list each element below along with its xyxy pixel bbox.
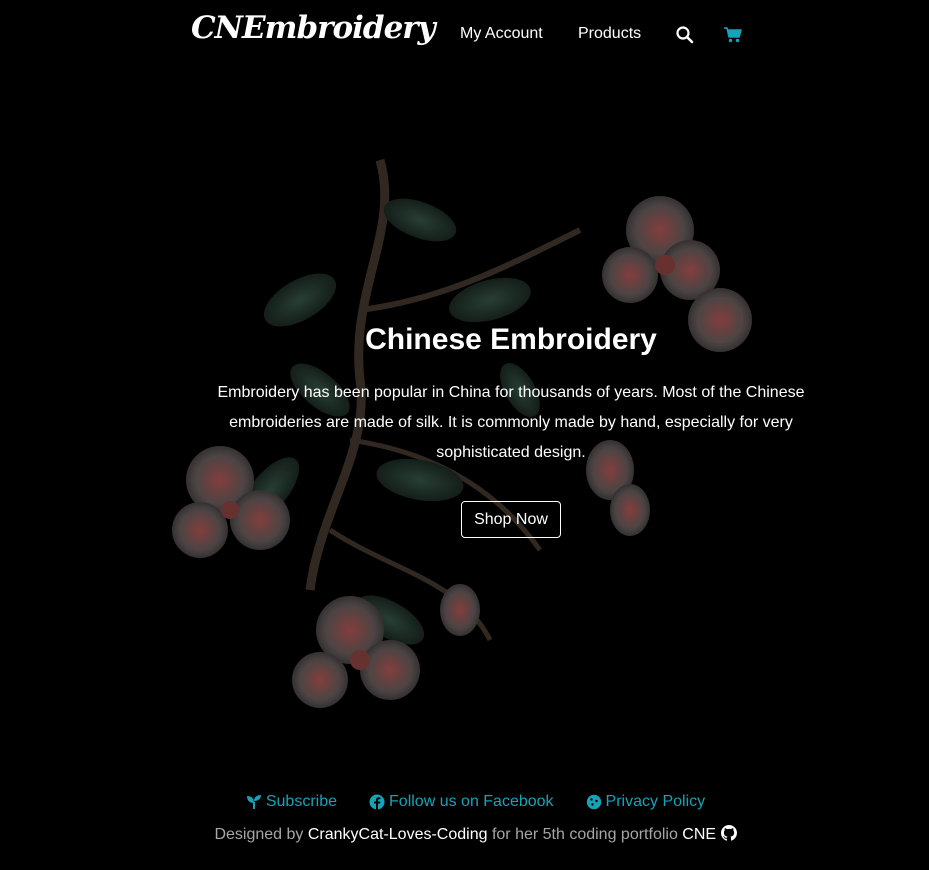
- search-icon[interactable]: [675, 25, 695, 45]
- cart-icon[interactable]: [723, 25, 743, 45]
- cookie-icon: [586, 794, 601, 810]
- navbar: CNEmbroidery My Account Products: [0, 0, 929, 70]
- credits-middle: for her 5th coding portfolio: [491, 826, 678, 843]
- footer-subscribe-label: Subscribe: [265, 793, 338, 810]
- page: CNEmbroidery My Account Products Chinese…: [0, 0, 929, 870]
- nav-products[interactable]: Products: [578, 25, 641, 43]
- shop-now-button[interactable]: Shop Now: [461, 501, 561, 538]
- hero-description: Embroidery has been popular in China for…: [217, 384, 805, 461]
- footer-privacy-link[interactable]: Privacy Policy: [586, 793, 706, 811]
- project-label: CNE: [682, 826, 717, 843]
- github-icon: [720, 825, 737, 841]
- author-link[interactable]: CrankyCat-Loves-Coding: [308, 826, 488, 843]
- hero-title: Chinese Embroidery: [365, 323, 657, 356]
- facebook-icon: [369, 794, 385, 810]
- hero-section: Chinese Embroidery Embroidery has been p…: [210, 318, 812, 538]
- seedling-icon: [246, 795, 261, 809]
- nav-my-account[interactable]: My Account: [460, 25, 543, 43]
- footer-facebook-link[interactable]: Follow us on Facebook: [369, 793, 554, 811]
- credits-line: Designed by CrankyCat-Loves-Coding for h…: [0, 825, 929, 844]
- footer-subscribe-link[interactable]: Subscribe: [246, 793, 337, 811]
- project-link[interactable]: CNE: [682, 825, 737, 843]
- footer-facebook-label: Follow us on Facebook: [389, 793, 554, 810]
- footer-links: Subscribe Follow us on Facebook Privacy …: [0, 793, 929, 811]
- site-logo[interactable]: CNEmbroidery: [191, 10, 436, 46]
- footer-privacy-label: Privacy Policy: [605, 793, 706, 810]
- credits-prefix: Designed by: [214, 826, 304, 843]
